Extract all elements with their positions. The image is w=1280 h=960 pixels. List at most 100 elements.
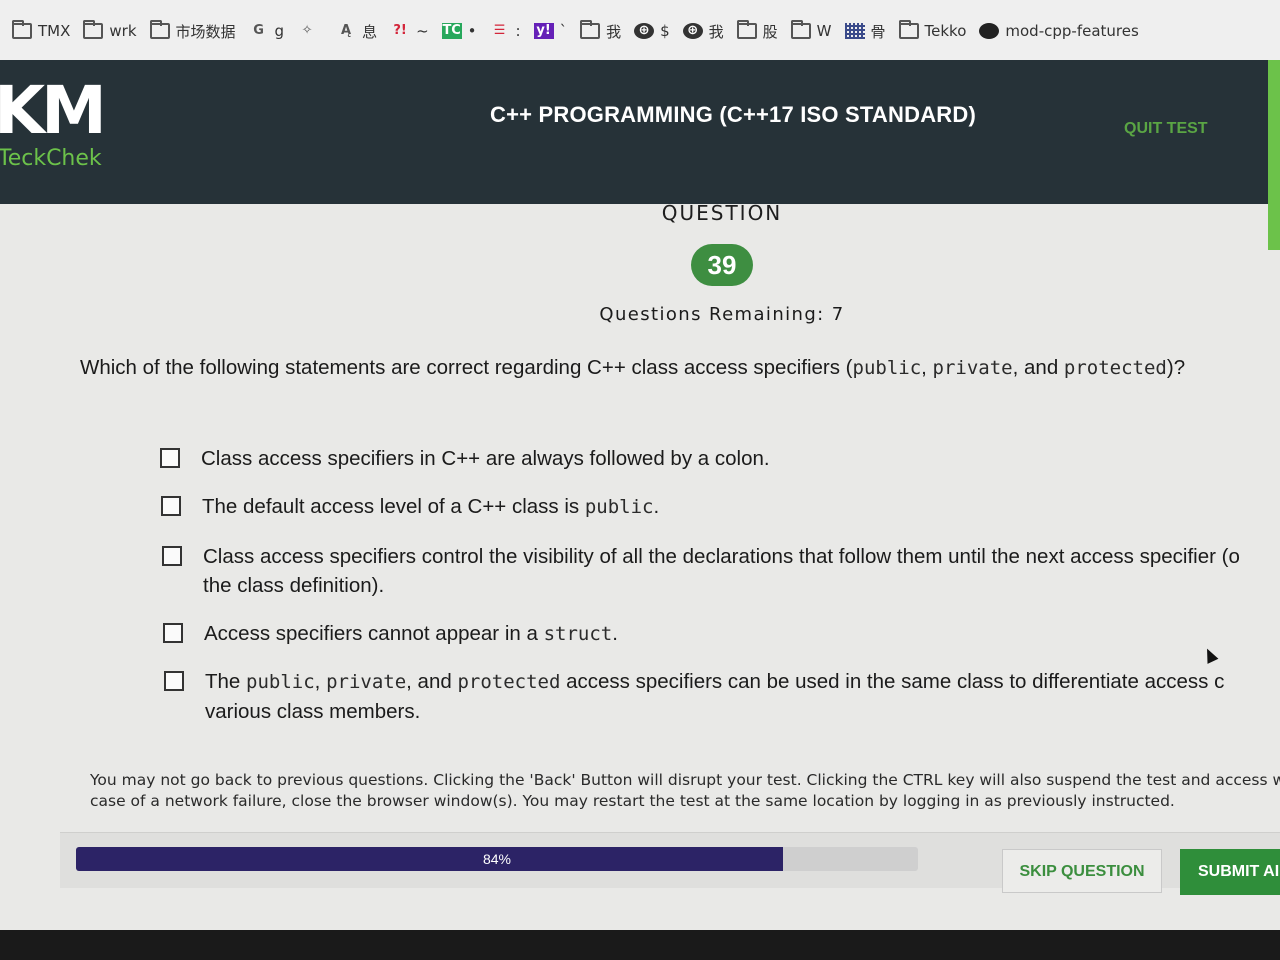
option-text: The default access level of a C++ class … — [202, 495, 585, 518]
bookmark-3[interactable]: Gg — [247, 22, 296, 40]
globe-icon: ⊕ — [682, 23, 703, 39]
folder-icon — [12, 20, 32, 39]
bookmark-label: $ — [660, 22, 670, 40]
exclaim-icon: ?! — [393, 23, 407, 38]
bookmark-7[interactable]: TC • — [440, 22, 488, 40]
option-code: struct — [543, 623, 613, 645]
bookmark-label: 我 — [708, 22, 724, 41]
folder-icon — [790, 20, 811, 39]
option-text: access specifiers can be used in the sam… — [560, 670, 1225, 693]
bookmark-label: g — [274, 22, 285, 40]
bookmark-2[interactable]: 市场数据 — [148, 20, 247, 42]
bookmark-11[interactable]: ⊕ $ — [632, 22, 681, 40]
bookmark-label: • — [467, 22, 477, 40]
answer-text-3: Class access specifiers control the visi… — [203, 542, 1280, 600]
answer-option-5[interactable]: The public, private, and protected acces… — [164, 667, 1280, 726]
test-instructions-notice: You may not go back to previous question… — [90, 770, 1280, 812]
bookmark-label: ` — [559, 22, 568, 40]
stem-code-protected: protected — [1063, 357, 1167, 379]
folder-icon — [898, 20, 919, 39]
answer-option-1[interactable]: Class access specifiers in C++ are alway… — [160, 444, 1280, 473]
globe-icon: ⊕ — [634, 23, 655, 39]
notice-line-2: case of a network failure, close the bro… — [90, 792, 1175, 810]
answer-checkbox-3[interactable] — [162, 546, 182, 566]
google-icon: G — [253, 23, 264, 38]
bookmark-6[interactable]: ?! ~ — [388, 22, 440, 40]
test-title: C++ PROGRAMMING (C++17 ISO STANDARD) — [490, 102, 976, 127]
option-text-line2: the class definition). — [203, 574, 385, 597]
option-code: public — [246, 671, 315, 693]
bookmark-1[interactable]: wrk — [81, 20, 147, 40]
bookmark-label: mod-cpp-features — [1005, 22, 1139, 40]
answer-checkbox-1[interactable] — [160, 448, 180, 468]
submit-answer-button[interactable]: SUBMIT AI — [1180, 849, 1280, 895]
stem-sep: , and — [1012, 356, 1064, 379]
quit-test-button[interactable]: QUIT TEST — [1124, 120, 1208, 138]
bookmark-label: 骨 — [870, 22, 886, 41]
bookmark-13[interactable]: 股 — [735, 20, 789, 42]
stem-code-public: public — [852, 357, 922, 379]
bookmark-15[interactable]: 骨 — [843, 21, 897, 42]
stem-code-private: private — [932, 357, 1013, 379]
option-text: . — [653, 495, 660, 518]
option-text-line1: Class access specifiers control the visi… — [203, 545, 1240, 568]
stem-text: Which of the following statements are co… — [80, 356, 853, 379]
answer-option-3[interactable]: Class access specifiers control the visi… — [162, 542, 1280, 600]
bookmark-10[interactable]: 我 — [578, 20, 632, 42]
answer-text-2: The default access level of a C++ class … — [202, 492, 1280, 522]
folder-icon — [580, 20, 601, 39]
bookmark-17[interactable]: mod-cpp-features — [977, 22, 1149, 40]
app-header: KM TeckChek C++ PROGRAMMING (C++17 ISO S… — [0, 60, 1272, 204]
bookmarks-bar: TMX wrk 市场数据 Gg ✧ Ą 息?! ~ TC • ☰: y! ` 我 ⊕ $ ⊕ 我股 W 骨 Tekko m… — [0, 0, 1280, 62]
bookmark-4[interactable]: ✧ — [295, 23, 334, 39]
answer-checkbox-5[interactable] — [164, 671, 184, 691]
bookmark-label: W — [816, 22, 832, 40]
option-text: . — [612, 622, 618, 645]
questions-remaining: Questions Remaining: 7 — [0, 304, 1280, 325]
progress-label: 84% — [482, 851, 512, 867]
bookmark-5[interactable]: Ą息 — [334, 21, 388, 42]
question-label: QUESTION — [661, 201, 783, 225]
bookmark-label: 市场数据 — [175, 22, 236, 41]
bookmark-16[interactable]: Tekko — [897, 20, 978, 40]
answer-options: Class access specifiers in C++ are alway… — [160, 444, 1280, 726]
bookmark-12[interactable]: ⊕ 我 — [681, 21, 735, 42]
logo-text: TeckChek — [0, 146, 102, 171]
answer-option-4[interactable]: Access specifiers cannot appear in a str… — [163, 619, 1280, 649]
answer-checkbox-4[interactable] — [163, 623, 183, 643]
answer-text-1: Class access specifiers in C++ are alway… — [201, 447, 770, 470]
bookmark-8[interactable]: ☰: — [488, 22, 532, 40]
option-text: , — [314, 670, 327, 693]
option-text-line2: various class members. — [205, 700, 421, 723]
option-code: private — [326, 671, 407, 693]
e-logo-icon: ☰ — [493, 23, 506, 38]
folder-icon — [149, 20, 170, 39]
bookmark-label: wrk — [109, 22, 137, 40]
answer-checkbox-2[interactable] — [161, 496, 181, 516]
bookmark-9[interactable]: y! ` — [532, 22, 579, 40]
bookmark-0[interactable]: TMX — [10, 20, 81, 40]
bookmark-label: TMX — [38, 22, 71, 40]
yahoo-icon: y! — [533, 23, 554, 39]
option-code: protected — [457, 671, 561, 693]
question-number-badge: 39 — [691, 244, 753, 286]
bookmark-label: 息 — [362, 22, 378, 41]
option-text: , and — [406, 670, 458, 693]
folder-icon — [83, 20, 104, 39]
skip-question-button[interactable]: SKIP QUESTION — [1002, 849, 1162, 893]
question-stem: Which of the following statements are co… — [80, 356, 1280, 380]
bookmark-label: Tekko — [924, 22, 967, 40]
screen-bezel — [0, 930, 1280, 960]
bookmark-14[interactable]: W — [789, 20, 843, 40]
arrow-logo-icon: Ą — [341, 23, 352, 38]
option-code: public — [584, 496, 654, 518]
teckchek-logo: KM — [0, 72, 107, 149]
tc-icon: TC — [441, 23, 462, 39]
option-text: Access specifiers cannot appear in a — [204, 622, 544, 645]
logo-mark-text: KM — [0, 72, 107, 149]
test-footer: 84% SKIP QUESTION SUBMIT AI — [60, 832, 1280, 895]
option-text: The — [205, 670, 247, 693]
bookmark-label: ~ — [416, 22, 429, 40]
stem-text-end: )? — [1166, 356, 1186, 379]
answer-option-2[interactable]: The default access level of a C++ class … — [161, 492, 1280, 522]
